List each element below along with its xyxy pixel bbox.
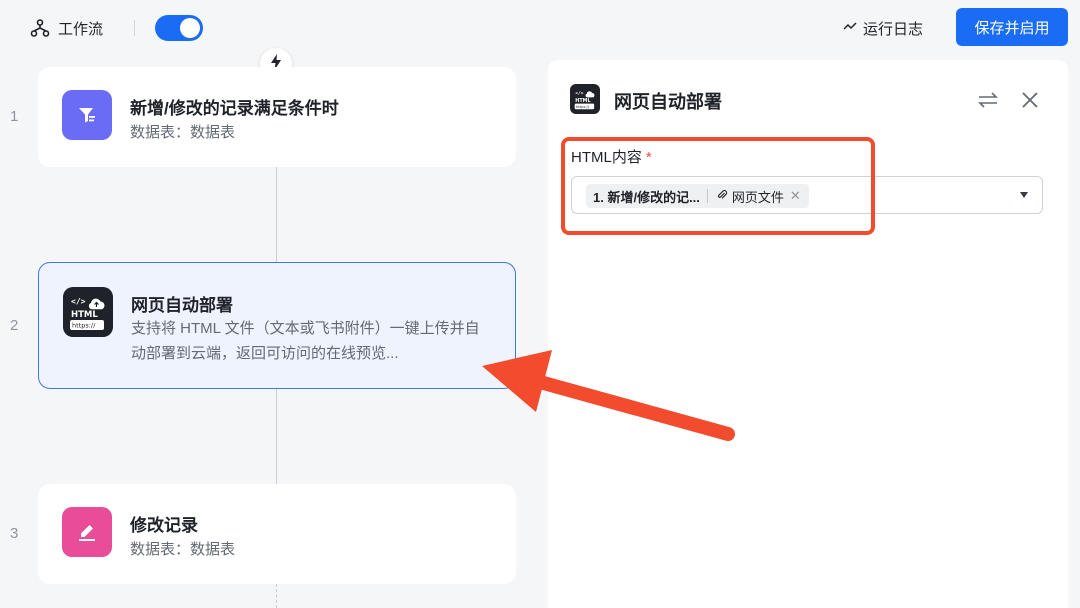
- svg-text:https://: https://: [72, 322, 96, 330]
- close-icon[interactable]: [1018, 88, 1042, 112]
- trend-line-icon: [842, 18, 858, 38]
- step-number: 1: [10, 108, 19, 125]
- svg-text:</>: </>: [71, 297, 86, 306]
- workflow-enable-toggle[interactable]: [155, 15, 203, 41]
- top-bar: 工作流 运行日志 保存并启用: [0, 0, 1080, 56]
- filter-icon: [62, 90, 112, 140]
- divider: [134, 20, 135, 36]
- step-number: 3: [10, 525, 19, 542]
- swap-icon[interactable]: [976, 88, 1000, 112]
- workflow-node-update-record[interactable]: 修改记录 数据表：数据表: [38, 484, 516, 584]
- node-title: 修改记录: [130, 516, 198, 535]
- chevron-down-icon[interactable]: [1020, 192, 1028, 198]
- workflow-title-label: 工作流: [58, 20, 104, 38]
- step-number: 2: [10, 317, 19, 334]
- workflow-title: 工作流: [30, 14, 103, 42]
- svg-text:https://: https://: [576, 105, 590, 109]
- save-and-enable-button[interactable]: 保存并启用: [956, 8, 1068, 46]
- node-description: 支持将 HTML 文件（文本或飞书附件）一键上传并自动部署到云端，返回可访问的在…: [131, 320, 480, 362]
- node-title: 网页自动部署: [131, 296, 233, 315]
- workflow-icon: [30, 18, 50, 38]
- annotation-highlight-box: [561, 137, 875, 235]
- svg-text:HTML: HTML: [575, 98, 590, 104]
- svg-text:HTML: HTML: [71, 310, 98, 320]
- node-title: 新增/修改的记录满足条件时: [130, 99, 339, 118]
- run-log-label: 运行日志: [863, 20, 924, 38]
- html-deploy-icon: </> HTML https://: [570, 84, 600, 114]
- connector-line: [276, 584, 277, 608]
- connector-line: [276, 389, 277, 484]
- node-subtitle: 数据表：数据表: [130, 124, 236, 141]
- node-subtitle: 数据表：数据表: [130, 541, 236, 558]
- workflow-node-html-deploy[interactable]: </> HTML https:// 网页自动部署 支持将 HTML 文件（文本或…: [38, 262, 516, 389]
- html-deploy-icon: </> HTML https://: [63, 287, 113, 337]
- edit-icon: [62, 507, 112, 557]
- toggle-knob: [180, 18, 200, 38]
- run-log-button[interactable]: 运行日志: [842, 14, 923, 42]
- panel-title: 网页自动部署: [614, 92, 722, 112]
- annotation-arrow: [470, 330, 740, 465]
- workflow-node-trigger[interactable]: 新增/修改的记录满足条件时 数据表：数据表: [38, 67, 516, 167]
- svg-text:</>: </>: [575, 90, 583, 96]
